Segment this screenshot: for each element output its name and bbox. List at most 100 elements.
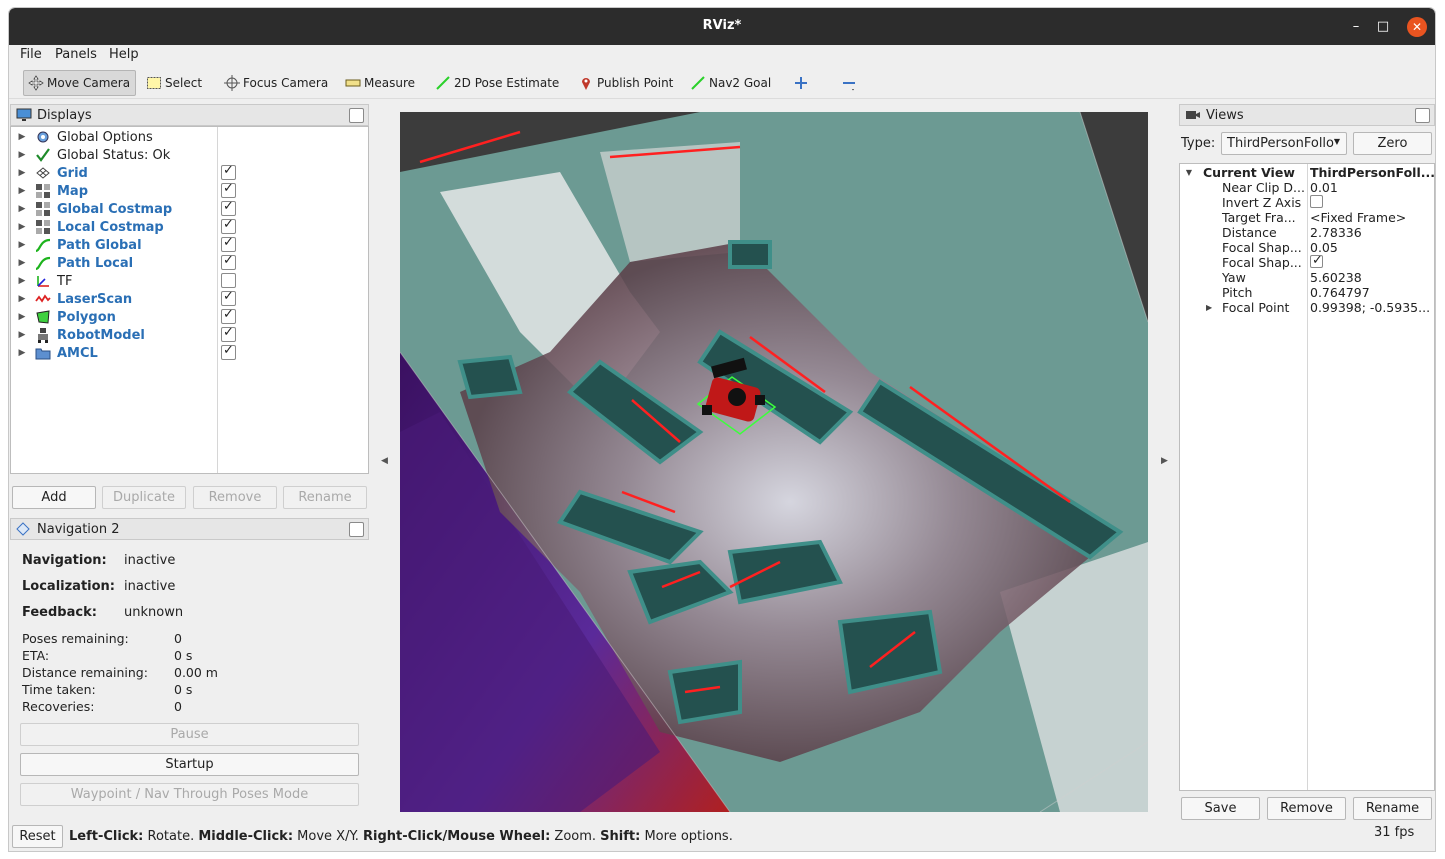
- display-row-laserscan[interactable]: ▶ LaserScan: [11, 289, 368, 308]
- maximize-icon[interactable]: □: [1373, 17, 1393, 37]
- view-property-value[interactable]: 0.99398; -0.5935...: [1310, 300, 1430, 315]
- view-property-value[interactable]: 5.60238: [1310, 270, 1362, 285]
- tool-move-camera[interactable]: Move Camera: [23, 70, 136, 96]
- collapse-left-icon[interactable]: ◀: [381, 456, 388, 466]
- view-property-checkbox[interactable]: [1310, 195, 1323, 208]
- toolbar: Move Camera Select Focus Camera Measure …: [9, 65, 1435, 99]
- view-property-value[interactable]: 0.01: [1310, 180, 1338, 195]
- view-property-checkbox[interactable]: [1310, 253, 1323, 268]
- remove-display-button[interactable]: Remove: [193, 486, 277, 509]
- expand-arrow-icon[interactable]: ▶: [15, 186, 29, 196]
- expand-arrow-icon[interactable]: ▶: [1206, 303, 1212, 312]
- display-row-polygon[interactable]: ▶ Polygon: [11, 307, 368, 326]
- close-icon[interactable]: ✕: [1407, 17, 1427, 37]
- display-row-robotmodel[interactable]: ▶ RobotModel: [11, 325, 368, 344]
- display-row-amcl[interactable]: ▶ AMCL: [11, 343, 368, 362]
- display-enabled-checkbox[interactable]: [221, 199, 236, 216]
- add-display-button[interactable]: Add: [12, 486, 96, 509]
- expand-arrow-icon[interactable]: ▶: [15, 240, 29, 250]
- expand-arrow-icon[interactable]: ▶: [15, 330, 29, 340]
- rename-display-button[interactable]: Rename: [283, 486, 367, 509]
- display-row-global-options[interactable]: ▶ Global Options: [11, 128, 368, 146]
- display-enabled-checkbox[interactable]: [221, 273, 236, 288]
- menu-panels[interactable]: Panels: [55, 47, 97, 62]
- tool-2d-pose-estimate[interactable]: 2D Pose Estimate: [431, 70, 563, 96]
- display-row-local-costmap[interactable]: ▶ Local Costmap: [11, 217, 368, 236]
- remove-tool-button[interactable]: [837, 70, 864, 96]
- display-row-path-local[interactable]: ▶ Path Local: [11, 253, 368, 272]
- view-property-row[interactable]: Distance 2.78336: [1180, 225, 1434, 240]
- navigation-panel-float-toggle[interactable]: [349, 522, 364, 537]
- tool-focus-camera[interactable]: Focus Camera: [220, 70, 332, 96]
- view-type-select[interactable]: ThirdPersonFollo ▼: [1221, 132, 1347, 155]
- reset-button[interactable]: Reset: [12, 825, 63, 848]
- display-row-map[interactable]: ▶ Map: [11, 181, 368, 200]
- views-panel-float-toggle[interactable]: [1415, 108, 1430, 123]
- display-enabled-checkbox[interactable]: [221, 235, 236, 252]
- view-property-row[interactable]: Invert Z Axis: [1180, 195, 1434, 210]
- remove-view-button[interactable]: Remove: [1267, 797, 1346, 820]
- view-property-row[interactable]: ▶ Focal Point 0.99398; -0.5935...: [1180, 300, 1434, 315]
- expand-arrow-icon[interactable]: ▶: [15, 348, 29, 358]
- current-view-row[interactable]: ▼ Current View ThirdPersonFoll...: [1180, 165, 1435, 180]
- tool-select[interactable]: Select: [142, 70, 206, 96]
- display-row-tf[interactable]: ▶ TF: [11, 272, 368, 290]
- expand-arrow-icon[interactable]: ▶: [15, 132, 29, 142]
- view-property-row[interactable]: Focal Shap... 0.05: [1180, 240, 1434, 255]
- eta-value: 0 s: [174, 648, 193, 663]
- expand-arrow-icon[interactable]: ▶: [15, 294, 29, 304]
- minimize-icon[interactable]: –: [1346, 17, 1366, 37]
- minus-icon: [841, 75, 857, 91]
- view-property-row[interactable]: Near Clip D... 0.01: [1180, 180, 1434, 195]
- view-property-row[interactable]: Pitch 0.764797: [1180, 285, 1434, 300]
- display-enabled-checkbox[interactable]: [221, 289, 236, 306]
- view-property-name: Near Clip D...: [1222, 180, 1305, 195]
- display-enabled-checkbox[interactable]: [221, 325, 236, 342]
- map-icon: [35, 219, 51, 235]
- menu-help[interactable]: Help: [109, 47, 139, 62]
- save-view-button[interactable]: Save: [1181, 797, 1260, 820]
- display-row-global-costmap[interactable]: ▶ Global Costmap: [11, 199, 368, 218]
- map-render[interactable]: [400, 112, 1148, 812]
- view-property-value[interactable]: <Fixed Frame>: [1310, 210, 1406, 225]
- expand-arrow-icon[interactable]: ▶: [15, 222, 29, 232]
- menu-file[interactable]: File: [20, 47, 42, 62]
- view-property-row[interactable]: Focal Shap...: [1180, 253, 1434, 270]
- display-enabled-checkbox[interactable]: [221, 307, 236, 324]
- view-property-row[interactable]: Target Fra... <Fixed Frame>: [1180, 210, 1434, 225]
- display-row-path-global[interactable]: ▶ Path Global: [11, 235, 368, 254]
- collapse-right-icon[interactable]: ▶: [1161, 456, 1168, 466]
- display-enabled-checkbox[interactable]: [221, 217, 236, 234]
- add-tool-button[interactable]: [789, 70, 816, 96]
- display-row-grid[interactable]: ▶ Grid: [11, 163, 368, 182]
- displays-panel-float-toggle[interactable]: [349, 108, 364, 123]
- expand-arrow-icon[interactable]: ▶: [15, 276, 29, 286]
- tool-nav2-goal[interactable]: Nav2 Goal: [686, 70, 775, 96]
- recoveries-value: 0: [174, 699, 182, 714]
- waypoint-mode-button[interactable]: Waypoint / Nav Through Poses Mode: [20, 783, 359, 806]
- 3d-viewport[interactable]: [400, 112, 1148, 812]
- view-property-row[interactable]: Yaw 5.60238: [1180, 270, 1434, 285]
- display-enabled-checkbox[interactable]: [221, 343, 236, 360]
- hint-left-click: Left-Click:: [69, 829, 144, 844]
- tool-measure[interactable]: Measure: [341, 70, 419, 96]
- view-type-value: ThirdPersonFollo: [1227, 136, 1334, 151]
- expand-arrow-icon[interactable]: ▶: [15, 312, 29, 322]
- feedback-status: unknown: [124, 605, 184, 620]
- view-property-value[interactable]: 0.764797: [1310, 285, 1370, 300]
- expand-arrow-icon[interactable]: ▶: [15, 258, 29, 268]
- expand-arrow-icon[interactable]: ▶: [15, 168, 29, 178]
- rename-view-button[interactable]: Rename: [1353, 797, 1432, 820]
- display-enabled-checkbox[interactable]: [221, 163, 236, 180]
- pause-button[interactable]: Pause: [20, 723, 359, 746]
- view-property-value[interactable]: 2.78336: [1310, 225, 1362, 240]
- tool-publish-point[interactable]: Publish Point: [574, 70, 677, 96]
- duplicate-display-button[interactable]: Duplicate: [102, 486, 186, 509]
- display-row-global-status-ok[interactable]: ▶ Global Status: Ok: [11, 146, 368, 164]
- expand-arrow-icon[interactable]: ▶: [15, 150, 29, 160]
- display-enabled-checkbox[interactable]: [221, 253, 236, 270]
- startup-button[interactable]: Startup: [20, 753, 359, 776]
- expand-arrow-icon[interactable]: ▶: [15, 204, 29, 214]
- zero-button[interactable]: Zero: [1353, 132, 1432, 155]
- display-enabled-checkbox[interactable]: [221, 181, 236, 198]
